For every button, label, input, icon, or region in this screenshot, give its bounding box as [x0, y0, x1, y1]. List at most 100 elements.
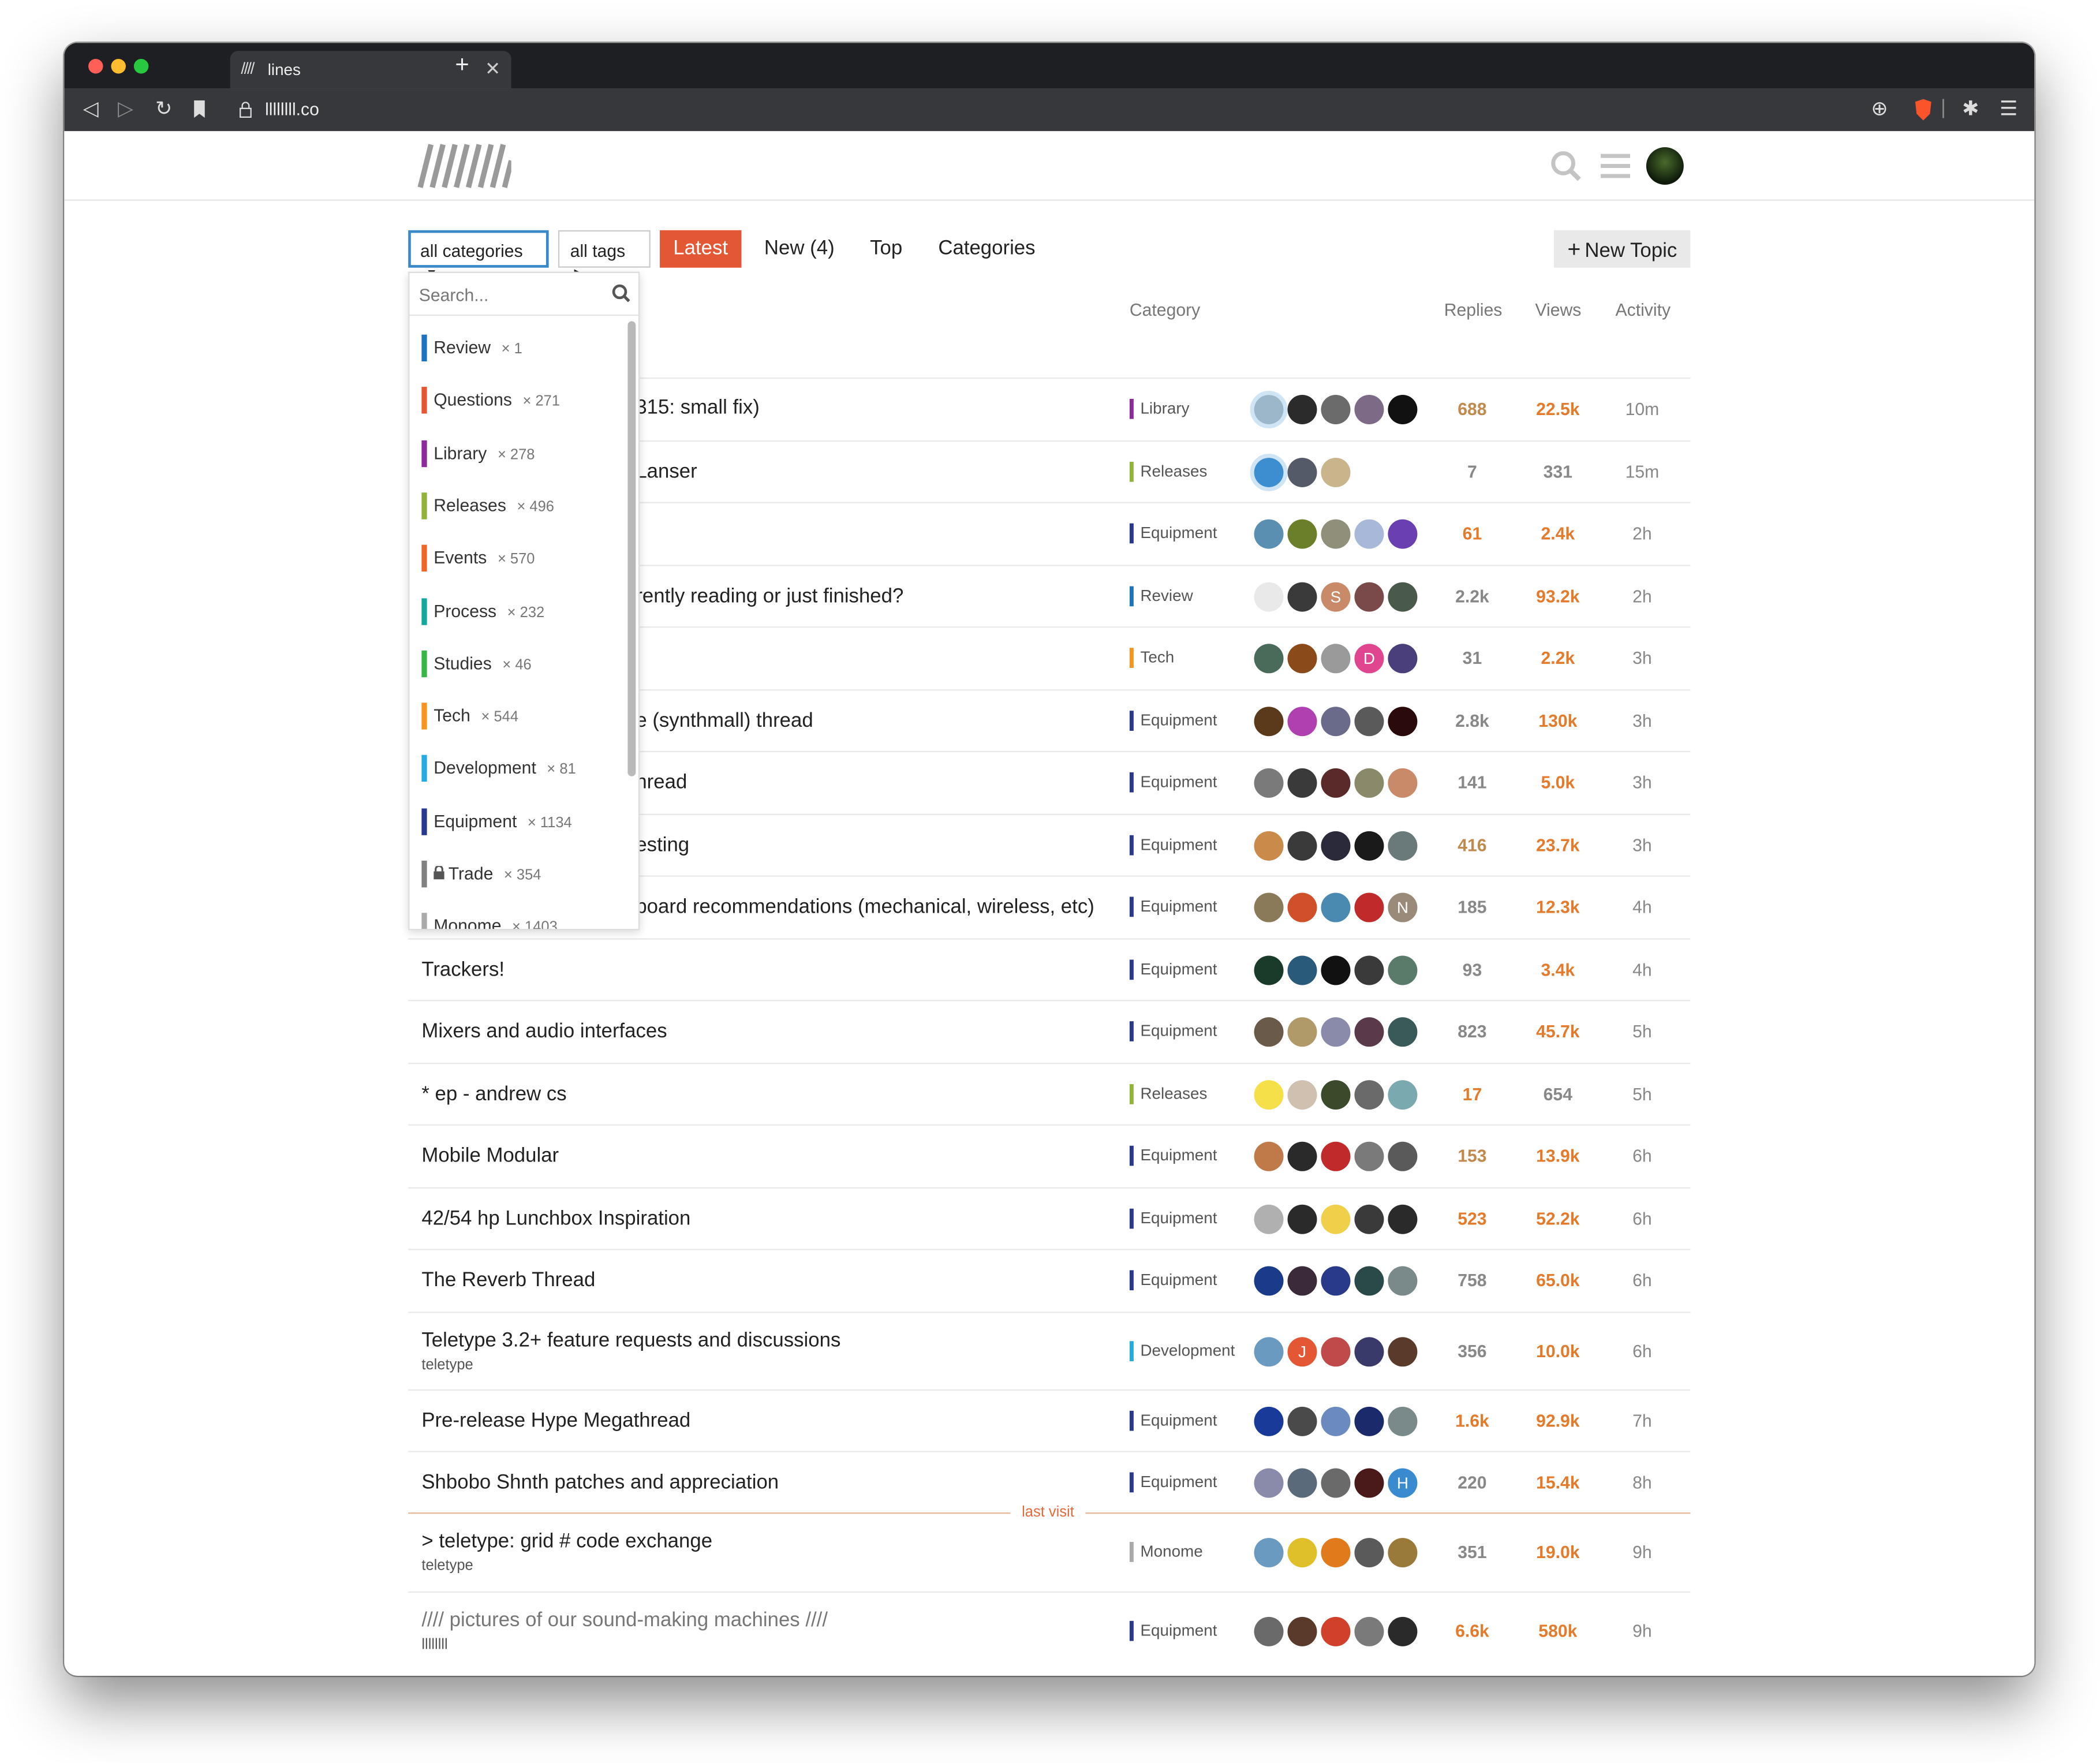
poster-avatar[interactable] — [1250, 453, 1288, 491]
topic-row[interactable]: Pre-release Hype Megathread Equipment 1.6k… — [408, 1388, 1691, 1451]
poster-avatar[interactable] — [1321, 1469, 1351, 1499]
poster-avatar[interactable] — [1354, 1616, 1384, 1646]
topic-title[interactable]: Shbobo Shnth patches and appreciation — [421, 1471, 779, 1494]
topic-replies[interactable]: 758 — [1438, 1271, 1505, 1291]
topic-replies[interactable]: 220 — [1438, 1473, 1505, 1493]
topic-replies[interactable]: 2.2k — [1438, 586, 1505, 606]
poster-avatar[interactable] — [1254, 1080, 1284, 1110]
topic-replies[interactable]: 523 — [1438, 1208, 1505, 1228]
topic-activity[interactable]: 6h — [1613, 1271, 1672, 1291]
new-topic-button[interactable]: + New Topic — [1554, 230, 1691, 268]
poster-avatar[interactable] — [1321, 1017, 1351, 1047]
poster-avatar[interactable] — [1254, 1017, 1284, 1047]
category-option[interactable]: Library × 278 — [421, 439, 535, 467]
topic-activity[interactable]: 6h — [1613, 1340, 1672, 1361]
topic-row[interactable]: Trackers! Equipment 93 3.4k 4h — [408, 937, 1691, 1000]
topic-activity[interactable]: 9h — [1613, 1620, 1672, 1641]
poster-avatar[interactable]: D — [1354, 644, 1384, 674]
poster-avatar[interactable] — [1287, 1142, 1317, 1172]
poster-avatar[interactable] — [1388, 582, 1418, 612]
poster-avatar[interactable] — [1321, 1406, 1351, 1436]
tab-close-icon[interactable]: ✕ — [485, 58, 500, 80]
poster-avatar[interactable] — [1321, 520, 1351, 550]
category-option[interactable]: Development × 81 — [421, 755, 576, 782]
topic-replies[interactable]: 17 — [1438, 1084, 1505, 1104]
poster-avatar[interactable] — [1388, 1336, 1418, 1366]
topic-activity[interactable]: 9h — [1613, 1541, 1672, 1562]
poster-avatar[interactable] — [1388, 706, 1418, 736]
poster-avatar[interactable] — [1254, 768, 1284, 798]
poster-avatar[interactable] — [1254, 1469, 1284, 1499]
category-option[interactable]: Equipment × 1134 — [421, 808, 572, 835]
topic-row[interactable]: //// pictures of our sound-making machin… — [408, 1590, 1691, 1668]
topic-activity[interactable]: 8h — [1613, 1473, 1672, 1493]
topic-category-badge[interactable]: Equipment — [1129, 959, 1217, 980]
tab-new[interactable]: New (4) — [764, 237, 835, 259]
window-close-button[interactable] — [88, 59, 103, 74]
poster-avatar[interactable] — [1254, 644, 1284, 674]
reload-icon[interactable]: ↻ — [155, 96, 172, 120]
poster-avatar[interactable] — [1321, 706, 1351, 736]
topic-category-badge[interactable]: Equipment — [1129, 1270, 1217, 1291]
category-option[interactable]: Review × 1 — [421, 334, 522, 362]
column-header-activity[interactable]: Activity — [1616, 300, 1671, 320]
category-option[interactable]: Questions × 271 — [421, 387, 560, 414]
tab-top[interactable]: Top — [870, 237, 902, 259]
topic-title[interactable]: //// pictures of our sound-making machin… — [421, 1608, 828, 1631]
topic-activity[interactable]: 3h — [1613, 772, 1672, 793]
poster-avatar[interactable] — [1388, 1204, 1418, 1234]
category-option[interactable]: Releases × 496 — [421, 492, 554, 520]
topic-activity[interactable]: 2h — [1613, 524, 1672, 544]
tag-filter-dropdown[interactable]: all tags ▶ — [558, 230, 651, 280]
poster-avatar[interactable] — [1287, 582, 1317, 612]
topic-title[interactable]: Pre-release Hype Megathread — [421, 1409, 690, 1432]
category-option[interactable]: Events × 570 — [421, 545, 535, 572]
url-field[interactable]: llllllll.co — [265, 99, 319, 119]
topic-activity[interactable]: 6h — [1613, 1208, 1672, 1228]
poster-avatar[interactable] — [1287, 1537, 1317, 1567]
topic-tag[interactable]: llllllll — [421, 1636, 447, 1652]
category-option[interactable]: Monome × 1403 — [421, 913, 558, 929]
category-option[interactable]: Trade × 354 — [421, 860, 541, 888]
poster-avatar[interactable] — [1388, 955, 1418, 985]
category-option[interactable]: Process × 232 — [421, 597, 544, 625]
poster-avatar[interactable] — [1354, 520, 1384, 550]
poster-avatar[interactable] — [1388, 1017, 1418, 1047]
poster-avatar[interactable] — [1354, 582, 1384, 612]
poster-avatar[interactable] — [1354, 1017, 1384, 1047]
poster-avatar[interactable] — [1321, 644, 1351, 674]
topic-category-badge[interactable]: Equipment — [1129, 710, 1217, 731]
topic-category-badge[interactable]: Equipment — [1129, 835, 1217, 856]
poster-avatar[interactable] — [1354, 395, 1384, 425]
poster-avatar[interactable] — [1254, 1204, 1284, 1234]
poster-avatar[interactable] — [1321, 1080, 1351, 1110]
poster-avatar[interactable] — [1354, 706, 1384, 736]
topic-title[interactable]: rently reading or just finished? — [636, 585, 903, 607]
topic-title[interactable]: 42/54 hp Lunchbox Inspiration — [421, 1207, 690, 1230]
topic-activity[interactable]: 5h — [1613, 1084, 1672, 1104]
poster-avatar[interactable] — [1287, 955, 1317, 985]
topic-category-badge[interactable]: Development — [1129, 1340, 1235, 1361]
browser-menu-icon[interactable]: ☰ — [2000, 96, 2017, 120]
topic-tag[interactable]: teletype — [421, 1357, 473, 1373]
poster-avatar[interactable] — [1254, 1336, 1284, 1366]
tab-latest[interactable]: Latest — [660, 230, 742, 268]
poster-avatar[interactable] — [1321, 1204, 1351, 1234]
poster-avatar[interactable] — [1287, 1080, 1317, 1110]
topic-category-badge[interactable]: Releases — [1129, 461, 1207, 482]
poster-avatar[interactable] — [1254, 1406, 1284, 1436]
poster-avatar[interactable] — [1321, 893, 1351, 923]
topic-replies[interactable]: 185 — [1438, 897, 1505, 917]
tab-categories[interactable]: Categories — [938, 237, 1035, 259]
topic-replies[interactable]: 93 — [1438, 959, 1505, 980]
poster-avatar[interactable] — [1254, 520, 1284, 550]
poster-avatar[interactable] — [1254, 582, 1284, 612]
topic-replies[interactable]: 416 — [1438, 835, 1505, 855]
poster-avatar[interactable] — [1354, 1266, 1384, 1296]
topic-replies[interactable]: 7 — [1438, 461, 1505, 481]
topic-category-badge[interactable]: Review — [1129, 585, 1193, 606]
poster-avatar[interactable] — [1388, 644, 1418, 674]
topic-title[interactable]: nread — [636, 771, 687, 794]
poster-avatar[interactable]: J — [1287, 1336, 1317, 1366]
brave-shield-icon[interactable] — [1914, 99, 1933, 121]
